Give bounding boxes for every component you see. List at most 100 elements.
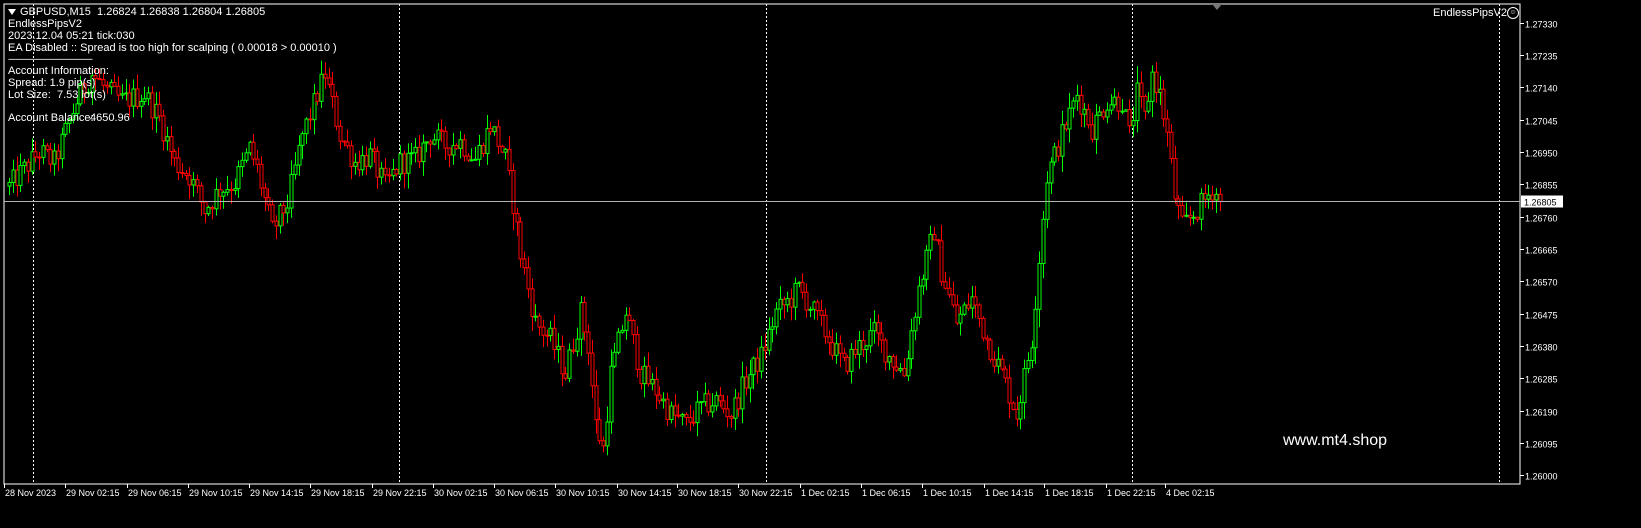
candle-body — [1131, 120, 1136, 127]
candle-body — [891, 356, 896, 368]
candle-body — [616, 331, 621, 353]
candle-body — [1169, 131, 1174, 159]
candle-body — [601, 440, 606, 447]
candle-body — [379, 167, 384, 178]
candle-body — [834, 343, 839, 356]
candle-body — [52, 150, 57, 165]
candle-body — [1030, 347, 1035, 361]
chart-frame — [3, 3, 1521, 485]
candle-body — [503, 148, 508, 153]
candle-body — [1067, 107, 1072, 130]
candle-body — [18, 165, 23, 186]
candle-body — [11, 169, 16, 183]
candle-body — [699, 401, 704, 404]
time-tick-label: 29 Nov 06:15 — [128, 488, 182, 498]
candle-body — [842, 352, 847, 358]
candle-body — [631, 320, 636, 336]
candle-body — [924, 249, 929, 280]
candle-body — [345, 141, 350, 147]
candle-body — [293, 164, 298, 175]
candle-body — [650, 378, 655, 385]
candle-body — [1041, 218, 1046, 265]
candle-body — [958, 313, 963, 324]
candle-body — [1195, 216, 1200, 220]
dropdown-arrow-icon[interactable] — [8, 9, 16, 15]
candle-body — [229, 189, 234, 192]
candle-body — [297, 144, 302, 166]
candle-body — [541, 326, 546, 336]
chart-window[interactable]: 1.27330 1.27235 1.27140 1.27045 1.26950 1.268… — [0, 0, 1641, 528]
candle-body — [575, 338, 580, 352]
candle-body — [255, 158, 260, 165]
candle-body — [1199, 193, 1204, 220]
candle-body — [1150, 71, 1155, 102]
candle-body — [507, 148, 512, 172]
candle-body — [97, 78, 102, 81]
candle-body — [319, 73, 324, 102]
candle-body — [1191, 216, 1196, 219]
time-axis[interactable]: 28 Nov 2023 29 Nov 02:15 29 Nov 06:15 29 No… — [4, 484, 1215, 498]
candle-body — [902, 368, 907, 377]
candle-body — [894, 366, 899, 371]
candle-body — [1056, 146, 1061, 157]
candle-body — [187, 174, 192, 186]
price-axis[interactable]: 1.27330 1.27235 1.27140 1.27045 1.26950 1.268… — [1520, 20, 1558, 482]
candle-body — [1161, 88, 1166, 120]
candle-body — [1075, 94, 1080, 102]
candle-body — [767, 328, 772, 351]
candle-body — [195, 179, 200, 187]
candle-body — [225, 189, 230, 193]
candle-body — [526, 267, 531, 290]
candle-body — [729, 416, 734, 419]
time-tick-label: 29 Nov 22:15 — [373, 488, 427, 498]
candle-body — [439, 129, 444, 132]
candle-body — [300, 133, 305, 146]
candle-body — [992, 359, 997, 367]
candle-body — [582, 302, 587, 333]
candle-body — [458, 139, 463, 149]
candle-body — [661, 398, 666, 402]
candle-body — [101, 79, 106, 86]
candle-body — [981, 317, 986, 339]
candle-body — [409, 152, 414, 155]
candle-body — [1037, 263, 1042, 310]
candle-body — [48, 149, 53, 165]
price-tick-label: 1.27045 — [1525, 117, 1558, 127]
candle-body — [63, 122, 68, 135]
candle-body — [819, 310, 824, 316]
candle-body — [849, 348, 854, 372]
time-tick-label: 29 Nov 18:15 — [311, 488, 365, 498]
candle-body — [597, 419, 602, 442]
candle-body — [1049, 161, 1054, 184]
candle-body — [876, 322, 881, 334]
candle-body — [962, 304, 967, 315]
candle-body — [548, 327, 553, 336]
candle-body — [1097, 111, 1102, 116]
candle-body — [1003, 368, 1008, 379]
candle-body — [1052, 146, 1057, 163]
candle-body — [473, 158, 478, 161]
candle-body — [37, 156, 42, 159]
candles — [7, 60, 1223, 456]
candle-body — [285, 207, 290, 214]
candle-body — [488, 128, 493, 133]
candle-body — [56, 150, 61, 160]
candle-body — [1000, 358, 1005, 370]
candle-body — [800, 281, 805, 293]
candle-body — [236, 166, 241, 190]
candle-body — [60, 133, 65, 160]
candle-body — [244, 152, 249, 161]
candle-body — [669, 405, 674, 421]
candle-body — [1116, 96, 1121, 112]
price-tick-label: 1.26475 — [1525, 311, 1558, 321]
candle-body — [274, 220, 279, 227]
candle-body — [26, 161, 31, 172]
time-tick-label: 30 Nov 06:15 — [495, 488, 549, 498]
price-chart[interactable]: 1.27330 1.27235 1.27140 1.27045 1.26950 1.268… — [0, 0, 1641, 528]
candle-body — [939, 240, 944, 283]
candle-body — [240, 159, 245, 168]
candle-body — [308, 118, 313, 121]
candle-body — [973, 296, 978, 306]
candle-body — [988, 339, 993, 361]
chart-shift-marker-icon[interactable] — [1212, 4, 1222, 10]
